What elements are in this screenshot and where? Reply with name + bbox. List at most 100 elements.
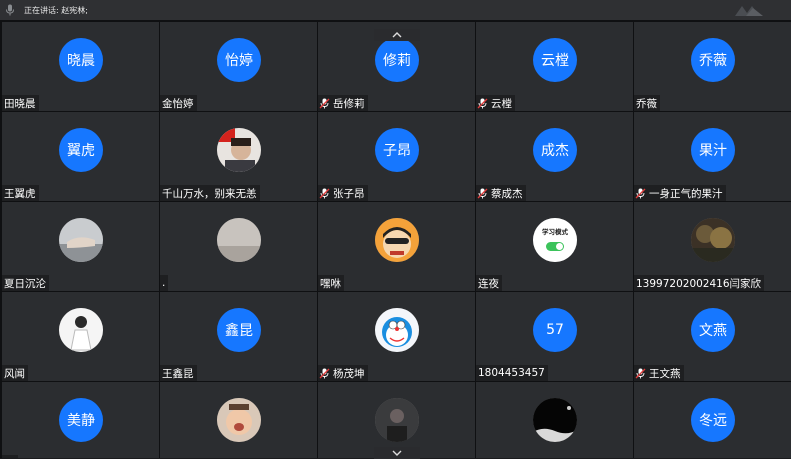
participant-tile[interactable]: 杨茂坤 bbox=[318, 292, 475, 381]
participant-nameplate: 乔薇 bbox=[634, 95, 660, 111]
participant-name: 王文燕 bbox=[649, 367, 681, 380]
muted-mic-icon bbox=[635, 188, 646, 199]
avatar: 成杰 bbox=[533, 128, 577, 172]
avatar: 冬远 bbox=[691, 398, 735, 442]
avatar: 乔薇 bbox=[691, 38, 735, 82]
participant-tile[interactable]: 怡婷金怡婷 bbox=[160, 22, 317, 111]
avatar: 美静 bbox=[59, 398, 103, 442]
participant-nameplate: 岳修莉 bbox=[318, 95, 368, 111]
participant-tile[interactable]: 风闻 bbox=[2, 292, 159, 381]
participant-tile[interactable]: 乔薇 乔薇 bbox=[634, 22, 791, 111]
cartoon-boy-avatar bbox=[375, 218, 419, 262]
flag-portrait-avatar bbox=[217, 128, 261, 172]
chevron-up-icon bbox=[392, 32, 402, 38]
avatar: 云樘 bbox=[533, 38, 577, 82]
participant-nameplate: 王文燕 bbox=[634, 365, 684, 381]
participant-name: 王翼虎 bbox=[4, 187, 36, 200]
participant-nameplate: 千山万水，别来无恙 bbox=[160, 185, 260, 201]
chevron-down-icon bbox=[392, 450, 402, 456]
participant-tile[interactable]: 果汁一身正气的果汁 bbox=[634, 112, 791, 201]
muted-mic-icon bbox=[319, 188, 330, 199]
participant-tile[interactable]: 鑫昆王鑫昆 bbox=[160, 292, 317, 381]
avatar: 鑫昆 bbox=[217, 308, 261, 352]
participant-tile[interactable]: 美静 bbox=[2, 382, 159, 458]
avatar: 晓晨 bbox=[59, 38, 103, 82]
hand-photo-avatar bbox=[59, 218, 103, 262]
scroll-down-button[interactable] bbox=[374, 447, 420, 459]
participant-nameplate: 田晓晨 bbox=[2, 95, 39, 111]
muted-mic-icon bbox=[477, 98, 488, 109]
dark-portrait-avatar bbox=[375, 398, 419, 442]
participant-name: 嘿咻 bbox=[320, 277, 341, 290]
participant-nameplate: 风闻 bbox=[2, 365, 28, 381]
participant-nameplate: 一身正气的果汁 bbox=[634, 185, 726, 201]
muted-mic-icon bbox=[319, 368, 330, 379]
participant-nameplate: 连夜 bbox=[476, 275, 502, 291]
participant-tile[interactable]: 晓晨田晓晨 bbox=[2, 22, 159, 111]
participant-name: 千山万水，别来无恙 bbox=[162, 187, 257, 200]
scroll-up-button[interactable] bbox=[374, 29, 420, 41]
participant-name: 蔡成杰 bbox=[491, 187, 523, 200]
participant-nameplate: 金怡婷 bbox=[160, 95, 197, 111]
participant-tile[interactable]: 学习模式连夜 bbox=[476, 202, 633, 291]
participant-name: . bbox=[162, 277, 166, 289]
participant-tile[interactable]: 云樘 云樘 bbox=[476, 22, 633, 111]
participant-name: 云樘 bbox=[491, 97, 512, 110]
figure-photo-avatar bbox=[59, 308, 103, 352]
participant-tile[interactable]: 子昂张子昂 bbox=[318, 112, 475, 201]
muted-mic-icon bbox=[319, 98, 330, 109]
participant-nameplate: 夏日沉沦 bbox=[2, 275, 49, 291]
avatar: 修莉 bbox=[375, 38, 419, 82]
participant-tile[interactable]: 成杰蔡成杰 bbox=[476, 112, 633, 201]
speaking-indicator: 正在讲话: 赵宪林; bbox=[24, 5, 88, 15]
participant-name: 乔薇 bbox=[636, 97, 657, 110]
participant-name: 风闻 bbox=[4, 367, 25, 380]
participant-tile[interactable]: 夏日沉沦 bbox=[2, 202, 159, 291]
participant-name: 连夜 bbox=[478, 277, 499, 290]
study-mode-avatar: 学习模式 bbox=[533, 218, 577, 262]
avatar: 子昂 bbox=[375, 128, 419, 172]
top-bar: 正在讲话: 赵宪林; bbox=[0, 0, 791, 20]
participant-tile[interactable]: 千山万水，别来无恙 bbox=[160, 112, 317, 201]
participant-grid: 晓晨 田晓晨 怡婷 金怡婷 修莉 岳修莉 云樘 云樘 乔薇 乔薇 翼虎 王翼虎 千山万水，别来无恙 子昂张… bbox=[0, 20, 791, 458]
participant-tile[interactable]: 嘿咻 bbox=[318, 202, 475, 291]
participant-tile[interactable]: 57 1804453457 bbox=[476, 292, 633, 381]
participant-tile[interactable]: 翼虎王翼虎 bbox=[2, 112, 159, 201]
participant-nameplate: 13997202002416闫家欣 bbox=[634, 275, 765, 291]
participant-tile[interactable]: . bbox=[160, 202, 317, 291]
participant-nameplate: 云樘 bbox=[476, 95, 515, 111]
participant-name: 杨茂坤 bbox=[333, 367, 365, 380]
participant-name: 王鑫昆 bbox=[162, 367, 194, 380]
forest-photo-avatar bbox=[691, 218, 735, 262]
participant-name: 张子昂 bbox=[333, 187, 365, 200]
participant-name: 夏日沉沦 bbox=[4, 277, 46, 290]
participant-tile[interactable] bbox=[160, 382, 317, 458]
participant-name: 13997202002416闫家欣 bbox=[636, 277, 762, 290]
night-photo-avatar bbox=[533, 398, 577, 442]
participant-nameplate: 王鑫昆 bbox=[160, 365, 197, 381]
doraemon-avatar bbox=[375, 308, 419, 352]
participant-nameplate: . bbox=[160, 275, 169, 291]
muted-mic-icon bbox=[635, 368, 646, 379]
participant-nameplate: 嘿咻 bbox=[318, 275, 344, 291]
participant-tile[interactable]: 13997202002416闫家欣 bbox=[634, 202, 791, 291]
participant-tile[interactable] bbox=[476, 382, 633, 458]
avatar: 果汁 bbox=[691, 128, 735, 172]
app-logo-icon bbox=[733, 2, 765, 18]
avatar: 怡婷 bbox=[217, 38, 261, 82]
muted-mic-icon bbox=[477, 188, 488, 199]
participant-nameplate: 蔡成杰 bbox=[476, 185, 526, 201]
participant-name: 1804453457 bbox=[478, 367, 545, 379]
participant-name: 岳修莉 bbox=[333, 97, 365, 110]
participant-tile[interactable]: 冬远 bbox=[634, 382, 791, 458]
avatar: 57 bbox=[533, 308, 577, 352]
baby-photo-avatar bbox=[217, 398, 261, 442]
participant-name: 田晓晨 bbox=[4, 97, 36, 110]
microphone-icon bbox=[0, 0, 20, 20]
avatar: 翼虎 bbox=[59, 128, 103, 172]
avatar: 文燕 bbox=[691, 308, 735, 352]
sky-photo-avatar bbox=[217, 218, 261, 262]
participant-nameplate: 杨茂坤 bbox=[318, 365, 368, 381]
participant-tile[interactable]: 文燕王文燕 bbox=[634, 292, 791, 381]
participant-name: 金怡婷 bbox=[162, 97, 194, 110]
